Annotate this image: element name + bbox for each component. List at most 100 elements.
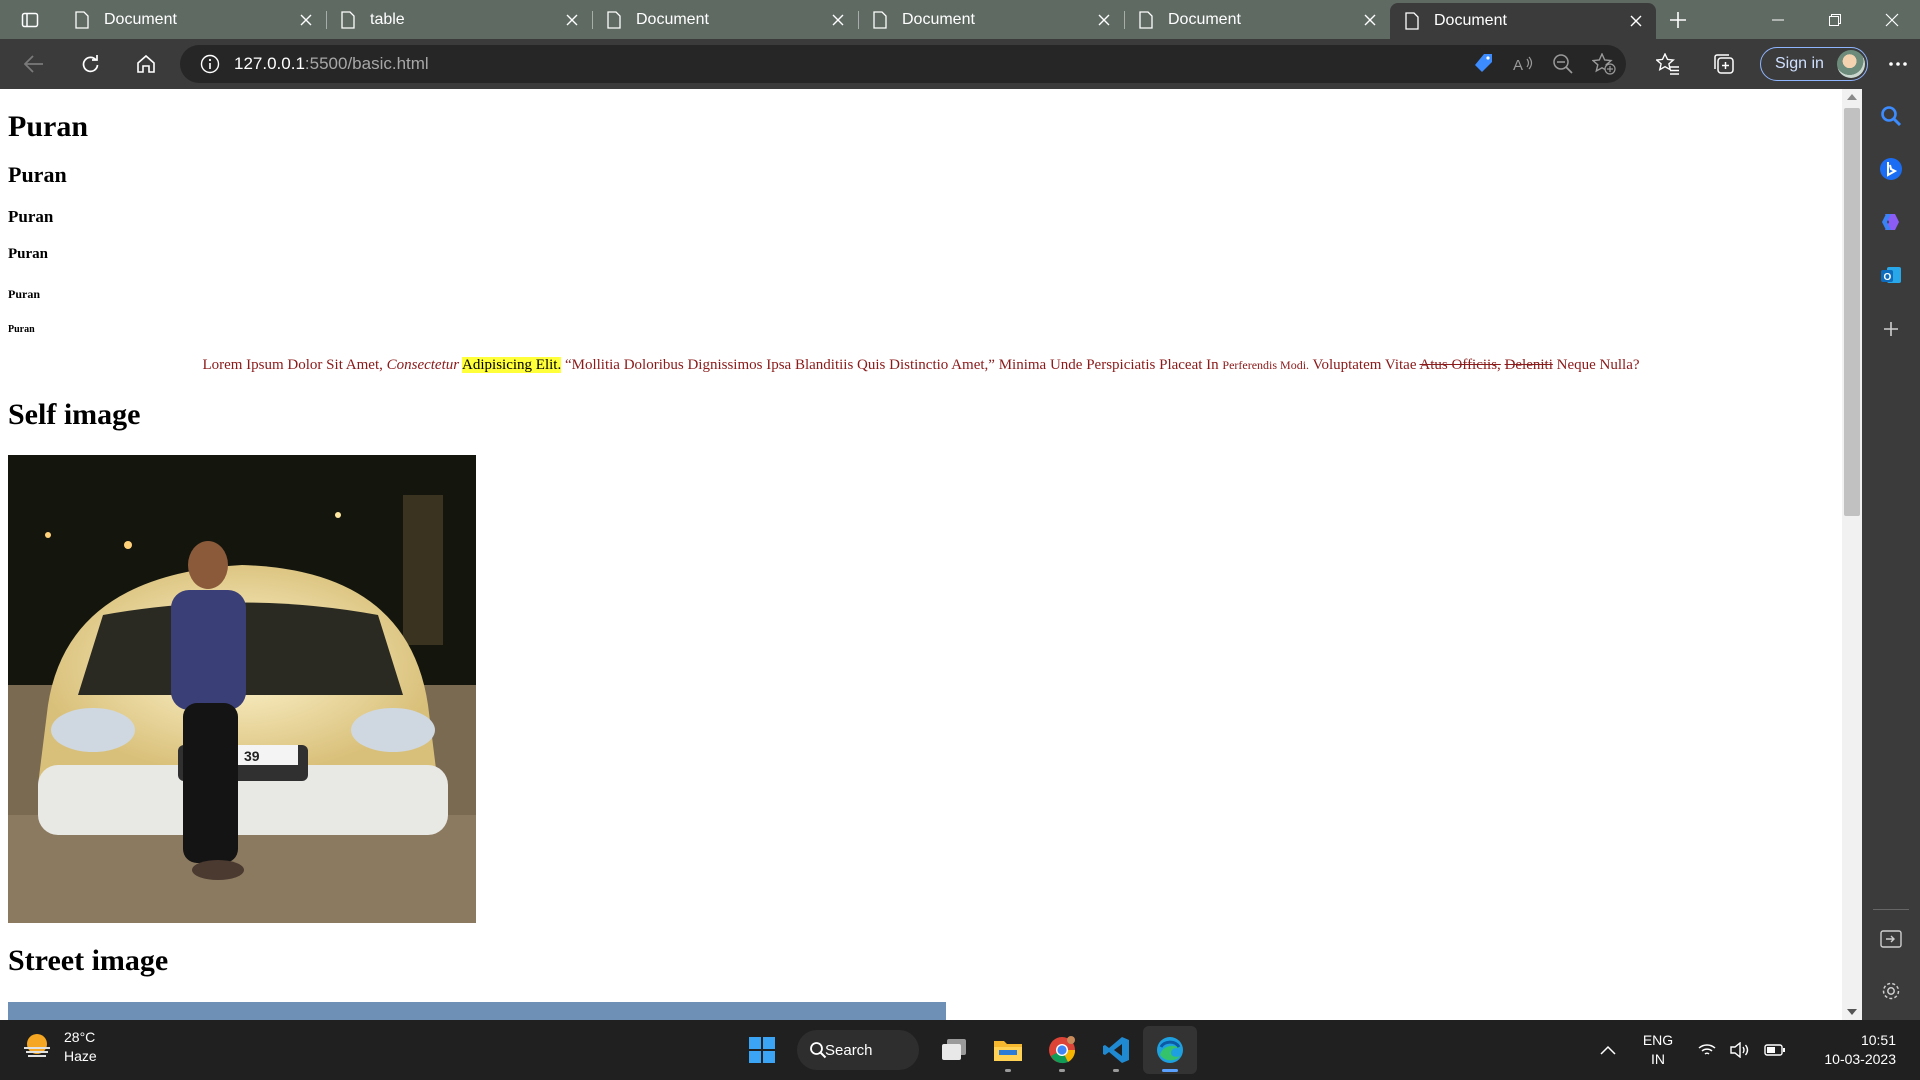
para-italic: Consectetur	[386, 357, 460, 373]
weather-text: 28°C Haze	[64, 1028, 97, 1066]
start-button[interactable]	[735, 1026, 789, 1074]
para-strike: Deleniti	[1504, 357, 1553, 373]
plus-icon	[1884, 322, 1898, 336]
new-tab-button[interactable]	[1656, 0, 1700, 39]
sidebar-add-button[interactable]	[1862, 309, 1920, 349]
page-icon	[1405, 12, 1419, 30]
chrome-button[interactable]	[1035, 1026, 1089, 1074]
self-photo-illustration: 39	[8, 455, 476, 923]
browser-tab[interactable]: Document	[592, 0, 858, 39]
tab-close-icon[interactable]	[830, 12, 846, 28]
sign-in-label: Sign in	[1775, 55, 1824, 72]
vertical-scrollbar[interactable]	[1842, 89, 1862, 1020]
tab-close-icon[interactable]	[1096, 12, 1112, 28]
sidebar-settings-button[interactable]	[1862, 971, 1920, 1011]
taskbar-search[interactable]: Search	[797, 1030, 919, 1070]
url-text: 127.0.0.1:5500/basic.html	[234, 54, 429, 74]
heading-h5: Puran	[8, 287, 41, 301]
weather-condition: Haze	[64, 1048, 97, 1064]
url-path: :5500/basic.html	[304, 54, 429, 73]
site-info-icon[interactable]	[200, 54, 220, 74]
browser-tab[interactable]: Document	[858, 0, 1124, 39]
edge-icon	[1157, 1037, 1183, 1063]
tab-close-icon[interactable]	[298, 12, 314, 28]
home-button[interactable]	[118, 39, 174, 89]
scroll-down-arrow-icon[interactable]	[1847, 1009, 1857, 1015]
back-arrow-icon	[24, 55, 43, 73]
tab-close-icon[interactable]	[1628, 13, 1644, 29]
scrollbar-thumb[interactable]	[1844, 108, 1860, 516]
restore-button[interactable]	[1806, 0, 1863, 39]
close-window-button[interactable]	[1863, 0, 1920, 39]
page-icon	[873, 10, 887, 29]
gear-icon	[1882, 982, 1900, 1000]
minimize-button[interactable]	[1749, 0, 1806, 39]
shopping-tag-icon[interactable]	[1472, 53, 1494, 75]
zoom-out-icon[interactable]	[1552, 53, 1574, 75]
tab-actions-icon	[21, 12, 39, 27]
plus-icon	[1670, 11, 1686, 28]
show-hidden-icons-button[interactable]	[1588, 1045, 1628, 1055]
refresh-button[interactable]	[62, 39, 118, 89]
para-text: Voluptatem Vitae	[1309, 357, 1420, 373]
edge-button[interactable]	[1143, 1026, 1197, 1074]
tab-actions-button[interactable]	[0, 0, 60, 39]
para-highlight: Adipisicing Elit.	[462, 357, 562, 373]
para-text: Lorem Ipsum Dolor Sit Amet,	[202, 357, 387, 373]
window-controls	[1749, 0, 1920, 39]
collapse-sidebar-icon	[1880, 930, 1902, 948]
tab-title: Document	[1434, 12, 1507, 29]
tab-title: table	[370, 10, 405, 28]
search-icon	[810, 1042, 827, 1059]
sidebar-search-button[interactable]	[1862, 96, 1920, 136]
sidebar-outlook-button[interactable]: O	[1862, 255, 1920, 295]
chrome-icon	[1049, 1036, 1076, 1064]
tab-close-icon[interactable]	[564, 12, 580, 28]
browser-tab[interactable]: table	[326, 0, 592, 39]
self-image-heading: Self image	[8, 398, 141, 431]
minimize-icon	[1771, 19, 1784, 20]
add-favorite-icon[interactable]	[1592, 53, 1616, 75]
sidebar-bing-button[interactable]	[1862, 149, 1920, 189]
file-explorer-button[interactable]	[981, 1026, 1035, 1074]
tab-title: Document	[104, 10, 177, 28]
language-region: IN	[1651, 1051, 1665, 1067]
back-button[interactable]	[6, 39, 62, 89]
page-icon	[341, 10, 355, 29]
sidebar-games-button[interactable]	[1862, 202, 1920, 242]
clock[interactable]: 10:51 10-03-2023	[1800, 1031, 1920, 1069]
quick-settings[interactable]	[1698, 1042, 1786, 1058]
outlook-icon: O	[1881, 267, 1901, 283]
weather-widget[interactable]: 28°C Haze	[22, 1028, 97, 1066]
clock-date: 10-03-2023	[1824, 1051, 1896, 1067]
windows-taskbar: 28°C Haze Search ENG IN 10:51 10-03-2023	[0, 1020, 1920, 1080]
vscode-button[interactable]	[1089, 1026, 1143, 1074]
browser-tab[interactable]: Document	[60, 0, 326, 39]
settings-and-more-button[interactable]	[1868, 39, 1920, 89]
sidebar-collapse-button[interactable]	[1862, 919, 1920, 959]
heading-h2: Puran	[8, 162, 67, 187]
active-indicator	[1162, 1069, 1178, 1072]
browser-tab-active[interactable]: Document	[1390, 3, 1656, 39]
task-view-button[interactable]	[927, 1026, 981, 1074]
browser-tab[interactable]: Document	[1124, 0, 1390, 39]
tab-title: Document	[902, 10, 975, 28]
address-bar[interactable]: 127.0.0.1:5500/basic.html A	[180, 45, 1626, 83]
collections-icon	[1714, 54, 1734, 74]
para-small: Perferendis Modi.	[1222, 358, 1310, 372]
favorites-button[interactable]	[1640, 39, 1696, 89]
url-host: 127.0.0.1	[234, 54, 305, 73]
heading-h4: Puran	[8, 246, 49, 262]
refresh-icon	[82, 55, 99, 73]
read-aloud-icon[interactable]: A	[1512, 53, 1534, 75]
sign-in-button[interactable]: Sign in	[1760, 47, 1868, 81]
scroll-up-arrow-icon[interactable]	[1847, 94, 1857, 100]
svg-text:O: O	[1884, 272, 1892, 283]
self-image: 39	[8, 455, 476, 923]
street-image-heading: Street image	[8, 944, 169, 977]
tab-close-icon[interactable]	[1362, 12, 1378, 28]
input-language[interactable]: ENG IN	[1628, 1031, 1688, 1069]
page-icon	[607, 10, 621, 29]
more-dots-icon	[1889, 62, 1907, 66]
collections-button[interactable]	[1696, 39, 1752, 89]
